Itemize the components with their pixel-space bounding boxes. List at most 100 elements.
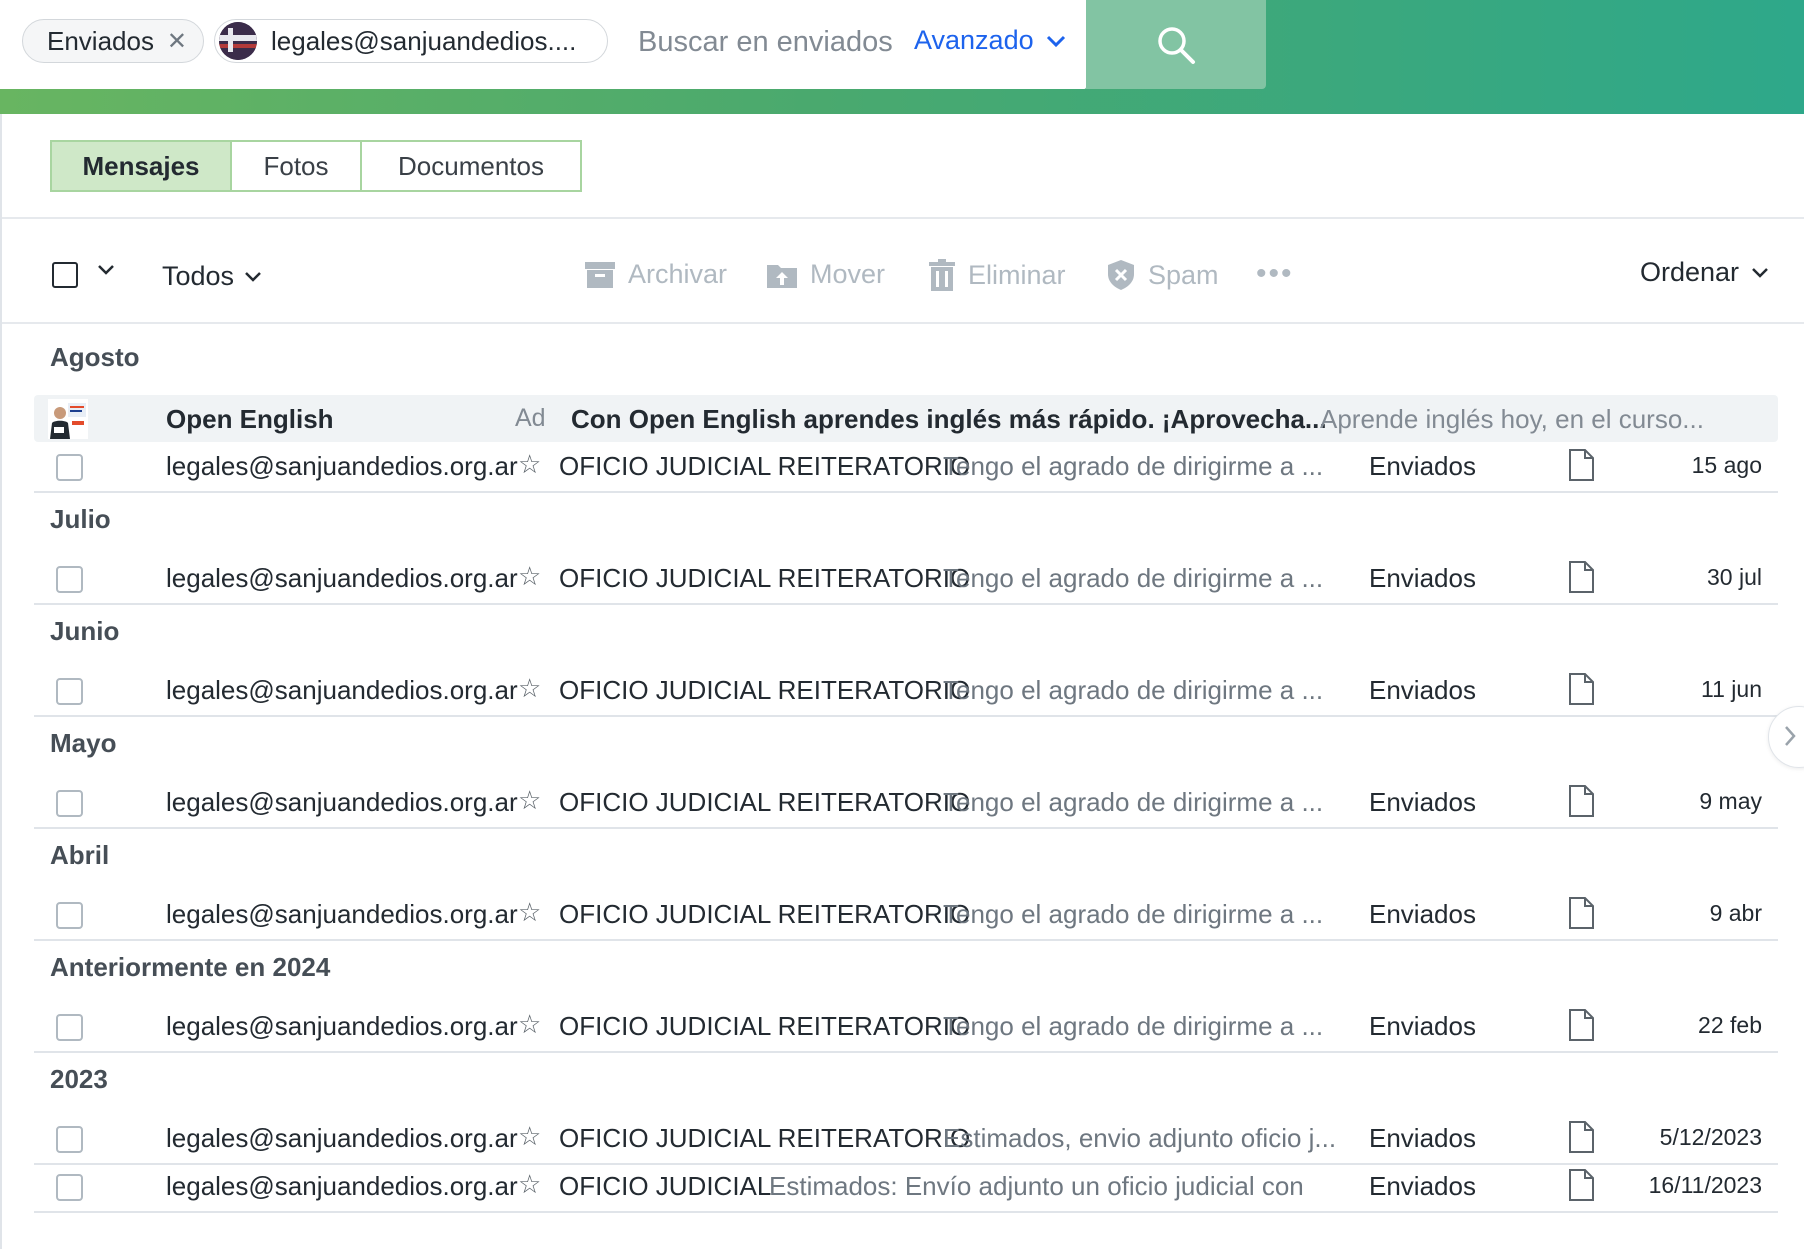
message-snippet: Tengo el agrado de dirigirme a ... — [943, 899, 1324, 929]
trash-icon — [929, 259, 955, 291]
message-sender: legales@sanjuandedios.org.ar — [166, 1123, 518, 1153]
message-row[interactable]: legales@sanjuandedios.org.ar ☆ OFICIO JU… — [34, 779, 1778, 829]
folder-filter-pill[interactable]: Enviados ✕ — [22, 19, 204, 63]
message-sender: legales@sanjuandedios.org.ar — [166, 899, 518, 929]
search-input[interactable]: Buscar en enviados — [638, 26, 893, 59]
search-box[interactable]: Enviados ✕ legales@sanjuandedios.... Bus… — [0, 0, 1086, 89]
document-icon — [1569, 1121, 1594, 1153]
message-snippet: Tengo el agrado de dirigirme a ... — [943, 563, 1324, 593]
section-header: 2023 — [50, 1064, 108, 1094]
message-folder: Enviados — [1369, 899, 1476, 929]
message-row[interactable]: legales@sanjuandedios.org.ar ☆ OFICIO JU… — [34, 667, 1778, 717]
message-date: 16/11/2023 — [1648, 1172, 1762, 1198]
filter-label: Todos — [162, 261, 235, 291]
archive-label: Archivar — [628, 259, 728, 289]
document-icon — [1569, 449, 1594, 481]
archive-icon — [585, 261, 615, 288]
document-icon — [1569, 785, 1594, 817]
contact-filter-label: legales@sanjuandedios.... — [271, 25, 577, 56]
star-icon[interactable]: ☆ — [518, 1121, 541, 1152]
search-icon — [1158, 26, 1195, 64]
star-icon[interactable]: ☆ — [518, 1009, 541, 1040]
select-all-checkbox[interactable] — [52, 262, 78, 288]
move-folder-icon — [767, 264, 797, 288]
select-options-chevron-icon[interactable] — [96, 263, 116, 277]
star-icon[interactable]: ☆ — [518, 897, 541, 928]
message-date: 15 ago — [1691, 452, 1762, 478]
remove-filter-icon[interactable]: ✕ — [167, 27, 187, 56]
message-folder: Enviados — [1369, 787, 1476, 817]
more-actions-icon[interactable]: ••• — [1256, 257, 1294, 291]
folder-filter-label: Enviados — [47, 25, 154, 56]
ad-thumbnail — [48, 399, 88, 439]
message-row[interactable]: legales@sanjuandedios.org.ar ☆ OFICIO JU… — [34, 1003, 1778, 1053]
star-icon[interactable]: ☆ — [518, 561, 541, 592]
message-subject: OFICIO JUDICIAL REITERATORIO — [559, 451, 971, 481]
sort-label: Ordenar — [1640, 257, 1740, 287]
star-icon[interactable]: ☆ — [518, 673, 541, 704]
message-checkbox[interactable] — [56, 790, 83, 817]
ad-sender: Open English — [166, 404, 334, 434]
section-header: Agosto — [50, 342, 140, 372]
message-snippet: Tengo el agrado de dirigirme a ... — [943, 451, 1324, 481]
message-folder: Enviados — [1369, 563, 1476, 593]
tab-mensajes[interactable]: Mensajes — [50, 140, 232, 192]
message-date: 9 may — [1699, 788, 1762, 814]
message-folder: Enviados — [1369, 1011, 1476, 1041]
message-date: 30 jul — [1707, 564, 1762, 590]
message-row[interactable]: legales@sanjuandedios.org.ar ☆ OFICIO JU… — [34, 1115, 1778, 1165]
message-row[interactable]: legales@sanjuandedios.org.ar ☆ OFICIO JU… — [34, 443, 1778, 493]
contact-filter-pill[interactable]: legales@sanjuandedios.... — [214, 19, 608, 63]
search-button[interactable] — [1086, 0, 1266, 89]
message-subject: OFICIO JUDICIAL REITERATORIO — [559, 1011, 971, 1041]
spam-button[interactable]: Spam — [1106, 259, 1219, 291]
message-row[interactable]: legales@sanjuandedios.org.ar ☆ OFICIO JU… — [34, 891, 1778, 941]
message-snippet: Tengo el agrado de dirigirme a ... — [943, 787, 1324, 817]
message-checkbox[interactable] — [56, 678, 83, 705]
sort-dropdown[interactable]: Ordenar — [1640, 257, 1769, 288]
message-sender: legales@sanjuandedios.org.ar — [166, 1171, 518, 1201]
message-sender: legales@sanjuandedios.org.ar — [166, 563, 518, 593]
move-button[interactable]: Mover — [766, 259, 885, 290]
message-sender: legales@sanjuandedios.org.ar — [166, 675, 518, 705]
star-icon[interactable]: ☆ — [518, 785, 541, 816]
tab-documentos[interactable]: Documentos — [360, 140, 582, 192]
delete-button[interactable]: Eliminar — [928, 259, 1066, 291]
tab-fotos[interactable]: Fotos — [230, 140, 362, 192]
contact-avatar — [219, 22, 257, 60]
message-subject: OFICIO JUDICIAL — [559, 1171, 772, 1201]
message-checkbox[interactable] — [56, 566, 83, 593]
chevron-down-icon — [1046, 35, 1065, 47]
message-folder: Enviados — [1369, 1123, 1476, 1153]
section-header: Abril — [50, 840, 110, 870]
shield-icon — [1108, 260, 1134, 290]
message-checkbox[interactable] — [56, 902, 83, 929]
section-header: Mayo — [50, 728, 117, 758]
advanced-search-button[interactable]: Avanzado — [914, 25, 1066, 56]
star-icon[interactable]: ☆ — [518, 449, 541, 480]
chevron-right-icon — [1785, 726, 1796, 746]
filter-dropdown[interactable]: Todos — [162, 261, 262, 292]
message-subject: OFICIO JUDICIAL REITERATORIO — [559, 787, 971, 817]
message-date: 5/12/2023 — [1659, 1124, 1762, 1150]
star-icon[interactable]: ☆ — [518, 1169, 541, 1200]
message-sender: legales@sanjuandedios.org.ar — [166, 787, 518, 817]
advanced-search-label: Avanzado — [914, 25, 1034, 55]
message-row[interactable]: legales@sanjuandedios.org.ar ☆ OFICIO JU… — [34, 1163, 1778, 1213]
message-checkbox[interactable] — [56, 1126, 83, 1153]
archive-button[interactable]: Archivar — [584, 259, 727, 290]
delete-label: Eliminar — [968, 259, 1066, 290]
message-folder: Enviados — [1369, 1171, 1476, 1201]
content-tabs: Mensajes Fotos Documentos — [50, 140, 582, 192]
message-checkbox[interactable] — [56, 1014, 83, 1041]
message-folder: Enviados — [1369, 451, 1476, 481]
ad-row[interactable]: Open English Ad Con Open English aprende… — [34, 395, 1778, 442]
message-checkbox[interactable] — [56, 1174, 83, 1201]
divider — [2, 322, 1804, 324]
message-checkbox[interactable] — [56, 454, 83, 481]
document-icon — [1569, 561, 1594, 593]
message-subject: OFICIO JUDICIAL REITERATORIO — [559, 563, 971, 593]
message-sender: legales@sanjuandedios.org.ar — [166, 451, 518, 481]
message-row[interactable]: legales@sanjuandedios.org.ar ☆ OFICIO JU… — [34, 555, 1778, 605]
message-subject: OFICIO JUDICIAL REITERATORIO — [559, 1123, 971, 1153]
